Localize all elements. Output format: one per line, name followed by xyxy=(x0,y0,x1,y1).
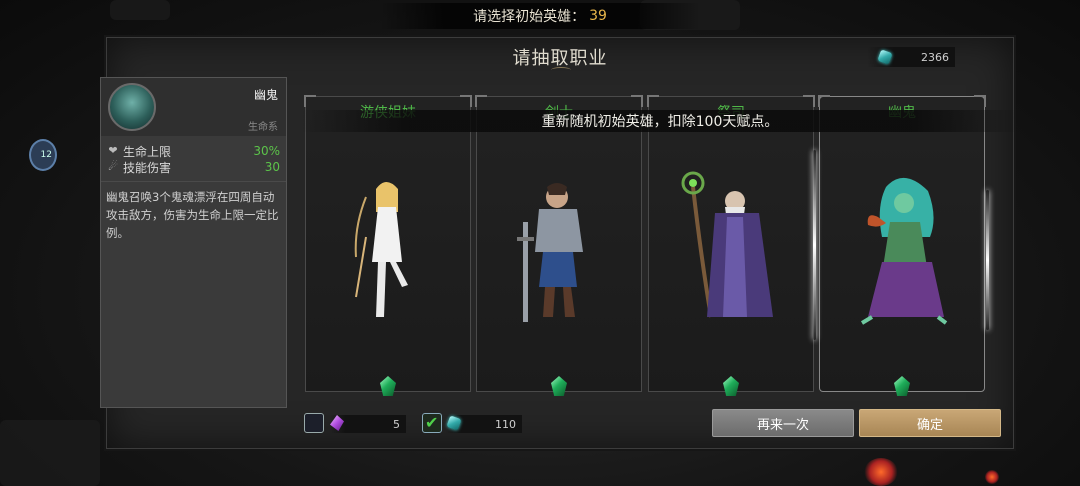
ember-glow xyxy=(864,458,898,486)
option-checkbox-crystal[interactable] xyxy=(304,413,324,433)
stat-value: 30 xyxy=(264,160,280,174)
teal-gem-icon xyxy=(877,49,893,65)
side-bubble-button[interactable]: 12 xyxy=(29,139,57,171)
ember-glow xyxy=(985,470,999,484)
talent-amount: 110 xyxy=(495,417,516,431)
specter-portrait xyxy=(860,177,948,325)
stat-label: 生命上限 xyxy=(123,144,172,159)
reroll-notice: 重新随机初始英雄，扣除100天赋点。 xyxy=(300,110,1020,132)
hero-name: 幽鬼 xyxy=(253,88,278,102)
currency-display: 2366 xyxy=(867,47,955,67)
hero-selection-banner: 请选择初始英雄： 39 xyxy=(380,3,700,29)
swordsman-portrait xyxy=(517,183,583,322)
priest-portrait xyxy=(681,171,773,318)
title-ornament xyxy=(551,67,571,73)
avatar xyxy=(108,83,156,131)
background-ruin xyxy=(110,0,170,20)
retry-button[interactable]: 再来一次 xyxy=(712,409,854,437)
stat-row: ❤ 生命上限 30% xyxy=(107,143,280,159)
selection-glow-right xyxy=(986,190,989,330)
hero-class: 生命系 xyxy=(248,122,278,133)
currency-amount: 2366 xyxy=(921,50,949,64)
hero-card-specter[interactable]: 幽鬼 xyxy=(818,95,986,396)
ranger-sisters-portrait xyxy=(354,182,408,317)
remaining-count: 39 xyxy=(589,8,607,24)
stat-row: ☄ 技能伤害 30 xyxy=(107,159,280,175)
option-checkbox-talent[interactable] xyxy=(422,413,442,433)
stat-value: 30% xyxy=(253,144,280,158)
hero-description: 幽鬼召唤3个鬼魂漂浮在四周自动攻击敌方，伤害为生命上限一定比例。 xyxy=(106,190,279,240)
stat-label: 技能伤害 xyxy=(123,160,172,175)
divider xyxy=(101,181,286,182)
banner-text: 请选择初始英雄： xyxy=(473,9,586,25)
hero-card-swordsman[interactable]: 剑士 xyxy=(475,95,643,396)
background-ruin xyxy=(0,420,100,486)
hero-info-panel: 幽鬼 生命系 ❤ 生命上限 30% ☄ 技能伤害 30 幽鬼召唤3个鬼魂漂浮在四… xyxy=(100,77,287,408)
hero-card-priest[interactable]: 祭司 xyxy=(647,95,815,396)
hero-card-ranger-sisters[interactable]: 游侠姐妹 xyxy=(304,95,472,396)
heart-icon: ❤ xyxy=(108,144,118,157)
confirm-button[interactable]: 确定 xyxy=(859,409,1001,437)
info-header: 幽鬼 生命系 xyxy=(101,78,286,136)
crystal-amount: 5 xyxy=(393,417,400,431)
selection-glow-left xyxy=(813,150,816,340)
skill-icon: ☄ xyxy=(108,160,118,173)
